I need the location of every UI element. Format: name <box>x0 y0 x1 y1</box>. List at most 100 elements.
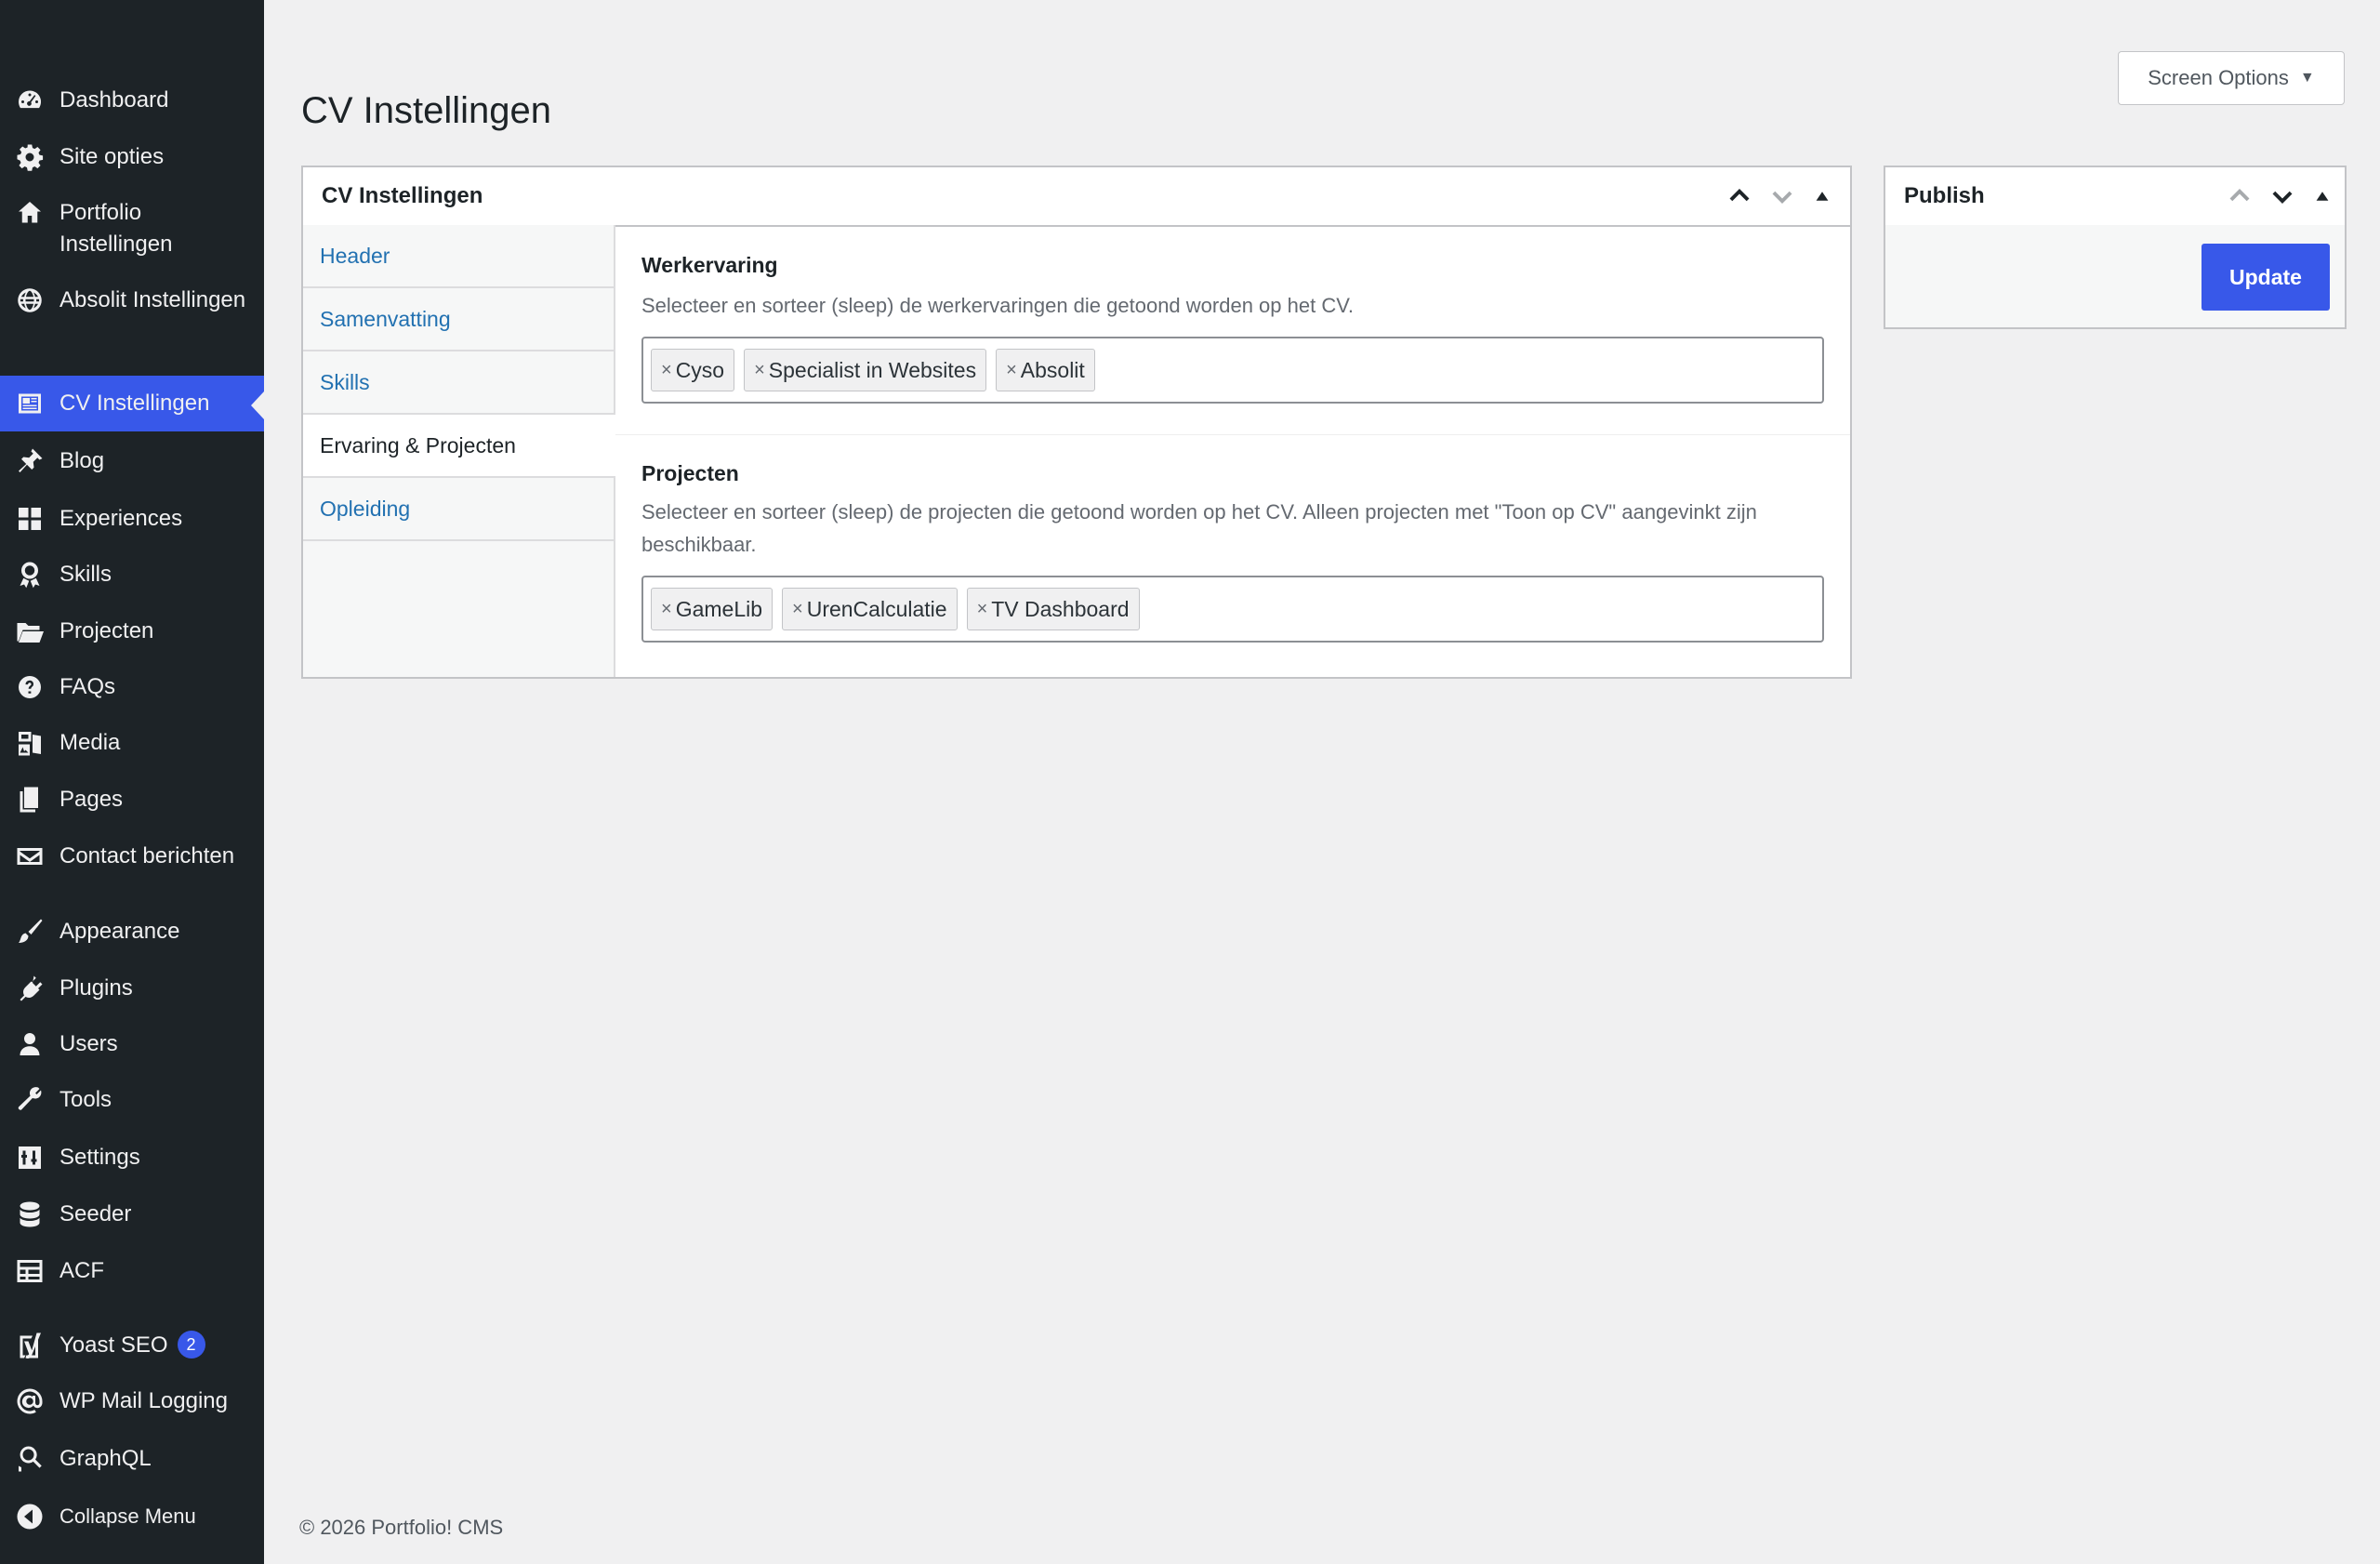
collapse-icon <box>15 1502 45 1531</box>
menu-item-skills[interactable]: Skills <box>0 559 264 590</box>
selected-chip[interactable]: × Cyso <box>651 349 735 391</box>
menu-label: Projecten <box>60 618 154 643</box>
field-werkervaring: Werkervaring Selecteer en sorteer (sleep… <box>615 225 1850 435</box>
chip-label: Cyso <box>675 357 725 382</box>
wrench-icon <box>15 1085 45 1115</box>
chevron-up-icon <box>1729 189 1750 202</box>
menu-item-seeder[interactable]: Seeder <box>0 1199 264 1230</box>
field-projecten: Projecten Selecteer en sorteer (sleep) d… <box>615 437 1850 643</box>
menu-item-users[interactable]: Users <box>0 1028 264 1060</box>
help-icon <box>15 672 45 702</box>
cv-instellingen-postbox: CV Instellingen Header Samenvatting Skil… <box>301 166 1852 679</box>
remove-chip-icon[interactable]: × <box>661 599 672 620</box>
menu-item-appearance[interactable]: Appearance <box>0 916 264 948</box>
postbox-header: Publish <box>1885 167 2345 227</box>
tab-samenvatting[interactable]: Samenvatting <box>303 288 614 351</box>
postbox-handle-actions <box>2218 175 2341 218</box>
toggle-panel-button[interactable] <box>2304 175 2341 218</box>
menu-label: Collapse Menu <box>60 1504 196 1528</box>
remove-chip-icon[interactable]: × <box>792 599 803 620</box>
at-icon <box>15 1386 45 1416</box>
menu-item-projecten[interactable]: Projecten <box>0 616 264 647</box>
screen-options-button[interactable]: Screen Options ▼ <box>2118 51 2345 105</box>
selected-chip[interactable]: × GameLib <box>651 588 774 630</box>
menu-label-text: Yoast SEO <box>60 1332 168 1358</box>
menu-item-plugins[interactable]: Plugins <box>0 973 264 1004</box>
menu-item-portfolio-instellingen[interactable]: Portfolio Instellingen <box>0 197 264 260</box>
update-count-badge: 2 <box>177 1331 205 1359</box>
projecten-select[interactable]: × GameLib × UrenCalculatie × TV Dashboard <box>641 576 1824 643</box>
graphql-icon <box>15 1444 45 1474</box>
move-up-button[interactable] <box>1718 175 1761 218</box>
menu-item-settings[interactable]: Settings <box>0 1142 264 1173</box>
werkervaring-select[interactable]: × Cyso × Specialist in Websites × Absolit <box>641 337 1824 404</box>
tab-ervaring-projecten[interactable]: Ervaring & Projecten <box>303 415 615 478</box>
postbox-title: CV Instellingen <box>322 183 483 208</box>
menu-label: ACF <box>60 1258 104 1283</box>
menu-item-yoast-seo[interactable]: Yoast SEO 2 <box>0 1330 264 1361</box>
dashboard-icon <box>15 86 45 115</box>
menu-item-pages[interactable]: Pages <box>0 784 264 815</box>
menu-label: Media <box>60 730 121 755</box>
chevron-down-icon <box>1772 191 1792 204</box>
selected-chip[interactable]: × Specialist in Websites <box>744 349 987 391</box>
yoast-icon <box>15 1331 45 1360</box>
tab-opleiding[interactable]: Opleiding <box>303 478 614 541</box>
menu-item-blog[interactable]: Blog <box>0 445 264 477</box>
menu-label: CV Instellingen <box>60 391 210 416</box>
tab-skills[interactable]: Skills <box>303 351 614 415</box>
menu-item-absolit-instellingen[interactable]: Absolit Instellingen <box>0 285 264 316</box>
selected-chip[interactable]: × UrenCalculatie <box>782 588 958 630</box>
publish-postbox: Publish Update <box>1884 166 2347 329</box>
menu-label: Blog <box>60 448 105 473</box>
postbox-title: Publish <box>1904 183 1985 208</box>
postbox-handle-actions <box>1718 175 1841 218</box>
remove-chip-icon[interactable]: × <box>1006 360 1017 381</box>
menu-item-acf[interactable]: ACF <box>0 1255 264 1287</box>
menu-item-dashboard[interactable]: Dashboard <box>0 85 264 116</box>
award-icon <box>15 560 45 590</box>
tab-header[interactable]: Header <box>303 225 614 288</box>
menu-label: Users <box>60 1031 118 1056</box>
plug-icon <box>15 974 45 1003</box>
menu-item-graphql[interactable]: GraphQL <box>0 1443 264 1475</box>
remove-chip-icon[interactable]: × <box>754 360 765 381</box>
sliders-icon <box>15 1143 45 1173</box>
menu-item-wp-mail-logging[interactable]: WP Mail Logging <box>0 1385 264 1417</box>
menu-item-cv-instellingen[interactable]: CV Instellingen <box>0 376 264 431</box>
media-icon <box>15 728 45 758</box>
footer-text: © 2026 Portfolio! CMS <box>299 1516 504 1539</box>
move-down-button[interactable] <box>1761 175 1804 218</box>
move-down-button[interactable] <box>2261 175 2304 218</box>
menu-label: Contact berichten <box>60 843 235 868</box>
field-label: Werkervaring <box>641 253 778 277</box>
update-button[interactable]: Update <box>2202 244 2330 311</box>
menu-label: Pages <box>60 787 124 812</box>
chip-label: TV Dashboard <box>991 596 1130 621</box>
menu-label: Appearance <box>60 919 180 944</box>
menu-item-site-opties[interactable]: Site opties <box>0 141 264 173</box>
remove-chip-icon[interactable]: × <box>661 360 672 381</box>
menu-label: Dashboard <box>60 87 169 113</box>
caret-down-icon: ▼ <box>2299 70 2315 86</box>
chevron-down-icon <box>2272 191 2293 204</box>
collapse-menu-button[interactable]: Collapse Menu <box>0 1501 264 1532</box>
field-description: Selecteer en sorteer (sleep) de werkerva… <box>641 294 1354 317</box>
home-icon <box>15 198 45 228</box>
chip-label: Absolit <box>1020 357 1085 382</box>
menu-item-contact-berichten[interactable]: Contact berichten <box>0 841 264 872</box>
move-up-button[interactable] <box>2218 175 2261 218</box>
chip-label: GameLib <box>675 596 763 621</box>
menu-item-media[interactable]: Media <box>0 727 264 759</box>
toggle-panel-button[interactable] <box>1804 175 1841 218</box>
selected-chip[interactable]: × TV Dashboard <box>966 588 1140 630</box>
admin-sidebar: Dashboard Site opties Portfolio Instelli… <box>0 0 264 1564</box>
remove-chip-icon[interactable]: × <box>977 599 988 620</box>
selected-chip[interactable]: × Absolit <box>996 349 1095 391</box>
globe-icon <box>15 285 45 315</box>
folder-icon <box>15 616 45 646</box>
acf-tab-list: Header Samenvatting Skills Ervaring & Pr… <box>303 225 615 677</box>
menu-item-tools[interactable]: Tools <box>0 1084 264 1116</box>
menu-item-experiences[interactable]: Experiences <box>0 503 264 535</box>
menu-item-faqs[interactable]: FAQs <box>0 671 264 703</box>
